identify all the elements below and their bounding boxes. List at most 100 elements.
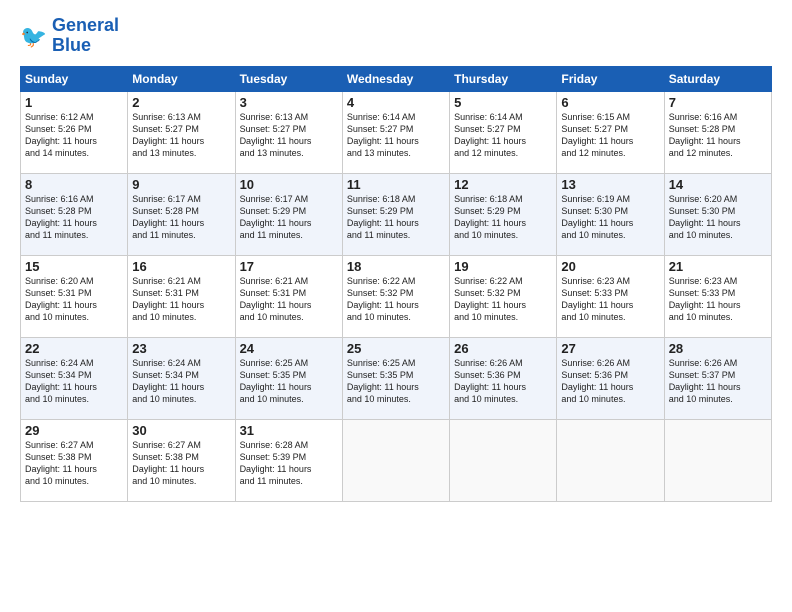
cal-cell-w2d6: 21Sunrise: 6:23 AMSunset: 5:33 PMDayligh… xyxy=(664,255,771,337)
day-number: 10 xyxy=(240,177,338,192)
day-number: 17 xyxy=(240,259,338,274)
day-number: 22 xyxy=(25,341,123,356)
day-number: 2 xyxy=(132,95,230,110)
cal-cell-w1d5: 13Sunrise: 6:19 AMSunset: 5:30 PMDayligh… xyxy=(557,173,664,255)
day-details: Sunrise: 6:17 AMSunset: 5:28 PMDaylight:… xyxy=(132,193,230,242)
cal-cell-w4d4 xyxy=(450,419,557,501)
day-number: 15 xyxy=(25,259,123,274)
cal-cell-w3d0: 22Sunrise: 6:24 AMSunset: 5:34 PMDayligh… xyxy=(21,337,128,419)
day-details: Sunrise: 6:21 AMSunset: 5:31 PMDaylight:… xyxy=(132,275,230,324)
header-row: SundayMondayTuesdayWednesdayThursdayFrid… xyxy=(21,66,772,91)
day-details: Sunrise: 6:15 AMSunset: 5:27 PMDaylight:… xyxy=(561,111,659,160)
day-number: 18 xyxy=(347,259,445,274)
day-details: Sunrise: 6:28 AMSunset: 5:39 PMDaylight:… xyxy=(240,439,338,488)
cal-cell-w0d0: 1Sunrise: 6:12 AMSunset: 5:26 PMDaylight… xyxy=(21,91,128,173)
day-details: Sunrise: 6:19 AMSunset: 5:30 PMDaylight:… xyxy=(561,193,659,242)
cal-cell-w0d4: 5Sunrise: 6:14 AMSunset: 5:27 PMDaylight… xyxy=(450,91,557,173)
day-number: 20 xyxy=(561,259,659,274)
cal-cell-w4d3 xyxy=(342,419,449,501)
cal-cell-w2d5: 20Sunrise: 6:23 AMSunset: 5:33 PMDayligh… xyxy=(557,255,664,337)
cal-cell-w1d2: 10Sunrise: 6:17 AMSunset: 5:29 PMDayligh… xyxy=(235,173,342,255)
day-details: Sunrise: 6:25 AMSunset: 5:35 PMDaylight:… xyxy=(347,357,445,406)
col-header-tuesday: Tuesday xyxy=(235,66,342,91)
cal-cell-w3d5: 27Sunrise: 6:26 AMSunset: 5:36 PMDayligh… xyxy=(557,337,664,419)
day-number: 7 xyxy=(669,95,767,110)
day-number: 25 xyxy=(347,341,445,356)
day-number: 12 xyxy=(454,177,552,192)
day-number: 13 xyxy=(561,177,659,192)
header: 🐦 General Blue xyxy=(20,16,772,56)
cal-cell-w1d1: 9Sunrise: 6:17 AMSunset: 5:28 PMDaylight… xyxy=(128,173,235,255)
cal-cell-w3d1: 23Sunrise: 6:24 AMSunset: 5:34 PMDayligh… xyxy=(128,337,235,419)
cal-cell-w3d2: 24Sunrise: 6:25 AMSunset: 5:35 PMDayligh… xyxy=(235,337,342,419)
cal-cell-w4d0: 29Sunrise: 6:27 AMSunset: 5:38 PMDayligh… xyxy=(21,419,128,501)
cal-cell-w1d0: 8Sunrise: 6:16 AMSunset: 5:28 PMDaylight… xyxy=(21,173,128,255)
day-details: Sunrise: 6:26 AMSunset: 5:36 PMDaylight:… xyxy=(454,357,552,406)
day-number: 29 xyxy=(25,423,123,438)
day-details: Sunrise: 6:20 AMSunset: 5:31 PMDaylight:… xyxy=(25,275,123,324)
col-header-sunday: Sunday xyxy=(21,66,128,91)
cal-cell-w0d6: 7Sunrise: 6:16 AMSunset: 5:28 PMDaylight… xyxy=(664,91,771,173)
week-row-4: 22Sunrise: 6:24 AMSunset: 5:34 PMDayligh… xyxy=(21,337,772,419)
week-row-1: 1Sunrise: 6:12 AMSunset: 5:26 PMDaylight… xyxy=(21,91,772,173)
day-number: 4 xyxy=(347,95,445,110)
cal-cell-w1d6: 14Sunrise: 6:20 AMSunset: 5:30 PMDayligh… xyxy=(664,173,771,255)
cal-cell-w0d2: 3Sunrise: 6:13 AMSunset: 5:27 PMDaylight… xyxy=(235,91,342,173)
logo-text: General Blue xyxy=(52,16,119,56)
day-details: Sunrise: 6:24 AMSunset: 5:34 PMDaylight:… xyxy=(25,357,123,406)
day-number: 23 xyxy=(132,341,230,356)
col-header-friday: Friday xyxy=(557,66,664,91)
day-details: Sunrise: 6:22 AMSunset: 5:32 PMDaylight:… xyxy=(347,275,445,324)
day-number: 24 xyxy=(240,341,338,356)
cal-cell-w2d3: 18Sunrise: 6:22 AMSunset: 5:32 PMDayligh… xyxy=(342,255,449,337)
week-row-3: 15Sunrise: 6:20 AMSunset: 5:31 PMDayligh… xyxy=(21,255,772,337)
day-details: Sunrise: 6:16 AMSunset: 5:28 PMDaylight:… xyxy=(669,111,767,160)
day-number: 19 xyxy=(454,259,552,274)
day-number: 21 xyxy=(669,259,767,274)
logo-bird-icon: 🐦 xyxy=(20,22,48,50)
col-header-monday: Monday xyxy=(128,66,235,91)
day-details: Sunrise: 6:16 AMSunset: 5:28 PMDaylight:… xyxy=(25,193,123,242)
day-number: 3 xyxy=(240,95,338,110)
day-number: 1 xyxy=(25,95,123,110)
day-details: Sunrise: 6:25 AMSunset: 5:35 PMDaylight:… xyxy=(240,357,338,406)
day-number: 16 xyxy=(132,259,230,274)
logo: 🐦 General Blue xyxy=(20,16,119,56)
day-details: Sunrise: 6:21 AMSunset: 5:31 PMDaylight:… xyxy=(240,275,338,324)
cal-cell-w2d1: 16Sunrise: 6:21 AMSunset: 5:31 PMDayligh… xyxy=(128,255,235,337)
day-details: Sunrise: 6:24 AMSunset: 5:34 PMDaylight:… xyxy=(132,357,230,406)
day-number: 9 xyxy=(132,177,230,192)
cal-cell-w2d4: 19Sunrise: 6:22 AMSunset: 5:32 PMDayligh… xyxy=(450,255,557,337)
day-number: 30 xyxy=(132,423,230,438)
day-details: Sunrise: 6:12 AMSunset: 5:26 PMDaylight:… xyxy=(25,111,123,160)
day-number: 31 xyxy=(240,423,338,438)
cal-cell-w0d3: 4Sunrise: 6:14 AMSunset: 5:27 PMDaylight… xyxy=(342,91,449,173)
cal-cell-w4d6 xyxy=(664,419,771,501)
day-details: Sunrise: 6:13 AMSunset: 5:27 PMDaylight:… xyxy=(240,111,338,160)
day-details: Sunrise: 6:18 AMSunset: 5:29 PMDaylight:… xyxy=(347,193,445,242)
day-details: Sunrise: 6:23 AMSunset: 5:33 PMDaylight:… xyxy=(561,275,659,324)
cal-cell-w3d3: 25Sunrise: 6:25 AMSunset: 5:35 PMDayligh… xyxy=(342,337,449,419)
cal-cell-w1d3: 11Sunrise: 6:18 AMSunset: 5:29 PMDayligh… xyxy=(342,173,449,255)
day-details: Sunrise: 6:18 AMSunset: 5:29 PMDaylight:… xyxy=(454,193,552,242)
day-details: Sunrise: 6:27 AMSunset: 5:38 PMDaylight:… xyxy=(132,439,230,488)
day-details: Sunrise: 6:14 AMSunset: 5:27 PMDaylight:… xyxy=(347,111,445,160)
calendar-table: SundayMondayTuesdayWednesdayThursdayFrid… xyxy=(20,66,772,502)
cal-cell-w1d4: 12Sunrise: 6:18 AMSunset: 5:29 PMDayligh… xyxy=(450,173,557,255)
day-details: Sunrise: 6:17 AMSunset: 5:29 PMDaylight:… xyxy=(240,193,338,242)
cal-cell-w0d1: 2Sunrise: 6:13 AMSunset: 5:27 PMDaylight… xyxy=(128,91,235,173)
week-row-2: 8Sunrise: 6:16 AMSunset: 5:28 PMDaylight… xyxy=(21,173,772,255)
col-header-saturday: Saturday xyxy=(664,66,771,91)
day-details: Sunrise: 6:27 AMSunset: 5:38 PMDaylight:… xyxy=(25,439,123,488)
day-details: Sunrise: 6:26 AMSunset: 5:37 PMDaylight:… xyxy=(669,357,767,406)
day-details: Sunrise: 6:23 AMSunset: 5:33 PMDaylight:… xyxy=(669,275,767,324)
page: 🐦 General Blue SundayMondayTuesdayWednes… xyxy=(0,0,792,612)
cal-cell-w4d5 xyxy=(557,419,664,501)
day-details: Sunrise: 6:20 AMSunset: 5:30 PMDaylight:… xyxy=(669,193,767,242)
svg-text:🐦: 🐦 xyxy=(20,24,47,49)
day-number: 6 xyxy=(561,95,659,110)
cal-cell-w3d6: 28Sunrise: 6:26 AMSunset: 5:37 PMDayligh… xyxy=(664,337,771,419)
day-number: 27 xyxy=(561,341,659,356)
day-number: 28 xyxy=(669,341,767,356)
day-details: Sunrise: 6:26 AMSunset: 5:36 PMDaylight:… xyxy=(561,357,659,406)
